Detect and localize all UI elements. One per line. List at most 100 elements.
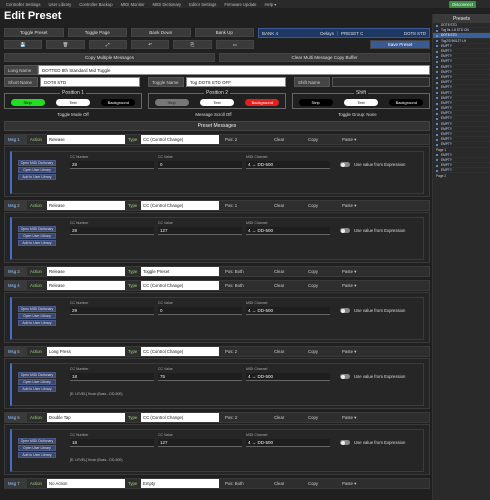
clear-button[interactable]: Clear bbox=[274, 349, 308, 354]
clear-button[interactable]: Clear bbox=[274, 283, 308, 288]
sidebar-preset-item[interactable]: EMPTY bbox=[433, 168, 490, 174]
short-name-field[interactable]: DOT8 STD bbox=[40, 77, 140, 87]
open-user-library-button[interactable]: Open User Library bbox=[18, 167, 56, 173]
action-select[interactable]: Release bbox=[47, 135, 125, 144]
menu-help[interactable]: Help ▾ bbox=[265, 2, 277, 7]
action-select[interactable]: Release bbox=[47, 267, 125, 276]
long-name-field[interactable]: DOTTED 8th Standard Mid Toggle bbox=[38, 65, 430, 75]
open-user-library-button[interactable]: Open User Library bbox=[18, 313, 56, 319]
cc-number-field[interactable]: 29 bbox=[70, 307, 154, 315]
open-midi-dictionary-button[interactable]: Open MIDI Dictionary bbox=[18, 226, 56, 232]
midi-channel-select[interactable]: 4 → DD-500 bbox=[246, 439, 330, 447]
type-select[interactable]: CC (Control Change) bbox=[141, 201, 219, 210]
toggle-mode-status[interactable]: Toggle Mode Off bbox=[57, 112, 88, 117]
paste-button[interactable]: Paste ▾ bbox=[342, 481, 356, 487]
menu-controller-settings[interactable]: Controller Settings bbox=[6, 2, 40, 7]
window-icon[interactable]: ▭ bbox=[215, 40, 254, 49]
add-to-user-library-button[interactable]: Add to User Library bbox=[18, 174, 56, 180]
midi-channel-select[interactable]: 4 → DD-500 bbox=[246, 373, 330, 381]
add-to-user-library-button[interactable]: Add to User Library bbox=[18, 452, 56, 458]
copy-button[interactable]: Copy bbox=[308, 269, 342, 274]
cc-number-field[interactable]: 28 bbox=[70, 161, 154, 169]
shift-text[interactable]: Text bbox=[343, 99, 378, 106]
pos2-text[interactable]: Text bbox=[199, 99, 234, 106]
paste-button[interactable]: Paste ▾ bbox=[342, 137, 356, 143]
type-select[interactable]: CC (Control Change) bbox=[141, 413, 219, 422]
copy-button[interactable]: Copy bbox=[308, 481, 342, 486]
position-value[interactable]: Pos: 2 bbox=[219, 349, 274, 354]
cc-value-field[interactable]: 127 bbox=[158, 439, 242, 447]
clear-buffer-button[interactable]: Clear Multi Message Copy Buffer bbox=[219, 53, 430, 62]
pos2-background[interactable]: Background bbox=[245, 99, 280, 106]
paste-button[interactable]: Paste ▾ bbox=[342, 203, 356, 209]
expression-toggle[interactable] bbox=[340, 162, 350, 167]
cc-value-field[interactable]: 0 bbox=[158, 161, 242, 169]
open-user-library-button[interactable]: Open User Library bbox=[18, 445, 56, 451]
toggle-name-field[interactable]: Tog DOT8 STD OFF bbox=[186, 77, 286, 87]
expression-toggle[interactable] bbox=[340, 374, 350, 379]
pos1-background[interactable]: Background bbox=[101, 99, 136, 106]
add-to-user-library-button[interactable]: Add to User Library bbox=[18, 320, 56, 326]
copy-multiple-button[interactable]: Copy Multiple Messages bbox=[4, 53, 215, 62]
open-midi-dictionary-button[interactable]: Open MIDI Dictionary bbox=[18, 306, 56, 312]
shift-name-field[interactable] bbox=[332, 77, 430, 87]
cc-number-field[interactable]: 28 bbox=[70, 227, 154, 235]
midi-channel-select[interactable]: 4 → DD-500 bbox=[246, 161, 330, 169]
copy-icon[interactable]: ⎘ bbox=[173, 40, 212, 49]
undo-icon[interactable]: ↶ bbox=[130, 40, 170, 49]
action-select[interactable]: Release bbox=[47, 201, 125, 210]
position-value[interactable]: Pos: 2 bbox=[219, 415, 274, 420]
action-select[interactable]: Long Press bbox=[47, 347, 125, 356]
position-value[interactable]: Pos: Both bbox=[219, 269, 274, 274]
paste-button[interactable]: Paste ▾ bbox=[342, 415, 356, 421]
clear-button[interactable]: Clear bbox=[274, 203, 308, 208]
pos1-text[interactable]: Text bbox=[55, 99, 90, 106]
clear-button[interactable]: Clear bbox=[274, 481, 308, 486]
paste-button[interactable]: Paste ▾ bbox=[342, 269, 356, 275]
midi-channel-select[interactable]: 4 → DD-500 bbox=[246, 227, 330, 235]
shift-background[interactable]: Background bbox=[389, 99, 424, 106]
clear-button[interactable]: Clear bbox=[274, 415, 308, 420]
copy-button[interactable]: Copy bbox=[308, 349, 342, 354]
open-midi-dictionary-button[interactable]: Open MIDI Dictionary bbox=[18, 438, 56, 444]
sidebar-preset-item[interactable]: EMPTY bbox=[433, 142, 490, 148]
toggle-group-status[interactable]: Toggle Group: None bbox=[338, 112, 376, 117]
menu-editor-settings[interactable]: Editor Settings bbox=[189, 2, 216, 7]
delete-icon[interactable]: 🗑 bbox=[46, 40, 85, 49]
toggle-preset-button[interactable]: Toggle Preset bbox=[4, 28, 64, 37]
open-user-library-button[interactable]: Open User Library bbox=[18, 379, 56, 385]
open-midi-dictionary-button[interactable]: Open MIDI Dictionary bbox=[18, 372, 56, 378]
bank-up-button[interactable]: Bank Up bbox=[194, 28, 254, 37]
clear-button[interactable]: Clear bbox=[274, 269, 308, 274]
cc-value-field[interactable]: 127 bbox=[158, 227, 242, 235]
expression-toggle[interactable] bbox=[340, 308, 350, 313]
pos2-strip[interactable]: Strip bbox=[154, 99, 189, 106]
cc-value-field[interactable]: 0 bbox=[158, 307, 242, 315]
action-select[interactable]: Double Tap bbox=[47, 413, 125, 422]
paste-button[interactable]: Paste ▾ bbox=[342, 283, 356, 289]
action-select[interactable]: Release bbox=[47, 281, 125, 290]
expression-toggle[interactable] bbox=[340, 228, 350, 233]
copy-button[interactable]: Copy bbox=[308, 137, 342, 142]
menu-midi-monitor[interactable]: MIDI Monitor bbox=[121, 2, 145, 7]
type-select[interactable]: Toggle Preset bbox=[141, 267, 219, 276]
type-select[interactable]: CC (Control Change) bbox=[141, 281, 219, 290]
menu-user-library[interactable]: User Library bbox=[48, 2, 71, 7]
save-icon[interactable]: 💾 bbox=[4, 40, 43, 49]
position-value[interactable]: Pos: Both bbox=[219, 481, 274, 486]
paste-button[interactable]: Paste ▾ bbox=[342, 349, 356, 355]
menu-controller-backup[interactable]: Controller Backup bbox=[79, 2, 112, 7]
open-user-library-button[interactable]: Open User Library bbox=[18, 233, 56, 239]
cc-number-field[interactable]: 18 bbox=[70, 373, 154, 381]
midi-channel-select[interactable]: 4 → DD-500 bbox=[246, 307, 330, 315]
shift-strip[interactable]: Strip bbox=[298, 99, 333, 106]
position-value[interactable]: Pos: Both bbox=[219, 283, 274, 288]
cc-value-field[interactable]: 75 bbox=[158, 373, 242, 381]
type-select[interactable]: CC (Control Change) bbox=[141, 347, 219, 356]
expression-toggle[interactable] bbox=[340, 440, 350, 445]
toggle-page-button[interactable]: Toggle Page bbox=[67, 28, 127, 37]
copy-button[interactable]: Copy bbox=[308, 283, 342, 288]
save-preset-button[interactable]: Save Preset bbox=[370, 40, 430, 49]
pos1-strip[interactable]: Strip bbox=[10, 99, 45, 106]
type-select[interactable]: Empty bbox=[141, 479, 219, 488]
